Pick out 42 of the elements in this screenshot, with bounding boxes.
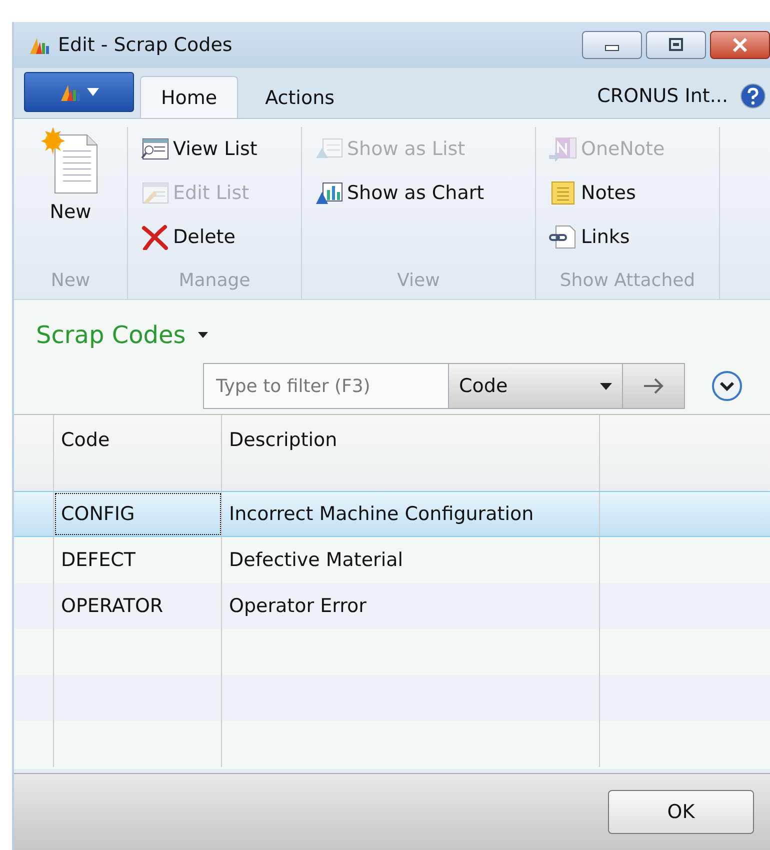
group-label: Show Attached [558, 270, 696, 293]
minimize-icon [605, 45, 619, 51]
apply-filter-button[interactable] [623, 363, 685, 409]
ribbon-button[interactable]: New [24, 127, 117, 223]
app-menu-button[interactable] [24, 72, 134, 112]
close-icon [731, 38, 749, 52]
help-icon [740, 83, 766, 109]
minimize-button[interactable] [582, 31, 642, 59]
ribbon-button[interactable]: View List [138, 127, 291, 171]
group-label: Manage [178, 270, 252, 293]
ribbon-tab[interactable]: Actions [244, 76, 356, 118]
group-label: New [50, 270, 92, 293]
ok-button[interactable]: OK [608, 790, 754, 834]
arrow-right-icon [642, 378, 664, 394]
table-cell: Incorrect Machine Configuration [222, 492, 600, 536]
link-icon [548, 224, 578, 250]
caret-icon [600, 382, 612, 390]
chart-arrow-icon [314, 180, 344, 206]
window-title: Edit - Scrap Codes [58, 34, 234, 56]
ribbon-button[interactable]: Delete [138, 215, 291, 259]
caret-icon [198, 332, 208, 338]
table-row[interactable]: OPERATOR Operator Error [14, 583, 770, 629]
notebook-icon [548, 136, 578, 162]
chevron-down-icon [711, 370, 743, 402]
maximize-button[interactable] [646, 31, 706, 59]
group-label: View [396, 270, 441, 293]
ribbon-tab[interactable]: Home [140, 76, 238, 118]
field-dropdown[interactable]: Code [449, 363, 623, 409]
filter-field[interactable]: Type to filter (F3) [203, 363, 449, 409]
list-pencil-icon [140, 180, 170, 206]
ribbon-button[interactable]: Links [546, 215, 709, 259]
table-row[interactable]: CONFIG Incorrect Machine Configuration [14, 491, 770, 537]
caret-icon [87, 88, 99, 96]
list-magnifier-icon [140, 136, 170, 162]
ribbon-button[interactable]: Notes [546, 171, 709, 215]
company-name[interactable]: CRONUS Int... [597, 85, 728, 107]
close-button[interactable] [710, 31, 770, 59]
maximize-icon [667, 38, 685, 52]
delete-icon [140, 224, 170, 250]
ribbon-button[interactable]: Show as Chart [312, 171, 525, 215]
expand-button[interactable] [711, 370, 743, 402]
table-cell: CONFIG [54, 492, 222, 536]
